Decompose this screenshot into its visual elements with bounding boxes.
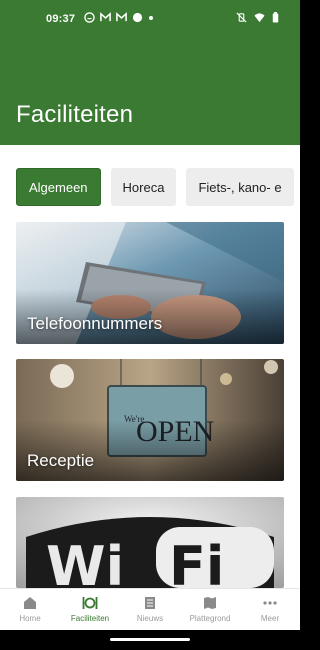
nav-home[interactable]: Home bbox=[0, 589, 60, 630]
nav-faciliteiten[interactable]: Faciliteiten bbox=[60, 589, 120, 630]
app-header: 09:37 Faciliteiten bbox=[0, 0, 300, 145]
vibrate-off-icon bbox=[236, 12, 247, 23]
status-system-icons bbox=[236, 12, 279, 23]
nav-meer[interactable]: Meer bbox=[240, 589, 300, 630]
home-icon bbox=[24, 597, 36, 609]
nav-label: Plattegrond bbox=[189, 614, 231, 623]
wifi-sign-photo: Wi Fi bbox=[16, 497, 284, 588]
nav-label: Meer bbox=[260, 614, 280, 623]
svg-text:Wi: Wi bbox=[46, 535, 124, 588]
status-notification-icons bbox=[84, 12, 154, 23]
news-icon bbox=[145, 597, 155, 609]
bottom-navigation: Home Faciliteiten Nieuws Plattegrond Mee… bbox=[0, 588, 300, 630]
page-title: Faciliteiten bbox=[16, 101, 134, 128]
smiley-icon bbox=[84, 12, 95, 23]
home-gesture-handle[interactable] bbox=[110, 638, 190, 641]
gmail-icon bbox=[100, 12, 111, 22]
nav-nieuws[interactable]: Nieuws bbox=[120, 589, 180, 630]
wifi-icon bbox=[254, 13, 265, 23]
category-chips: Algemeen Horeca Fiets-, kano- e bbox=[16, 168, 294, 206]
system-gesture-bar bbox=[0, 630, 300, 650]
facility-card-telefoonnummers[interactable]: Telefoonnummers bbox=[16, 222, 284, 344]
nav-label: Nieuws bbox=[136, 614, 164, 623]
chip-horeca[interactable]: Horeca bbox=[110, 168, 177, 206]
dot-icon bbox=[132, 12, 143, 23]
cutlery-icon bbox=[82, 597, 98, 609]
status-bar: 09:37 bbox=[0, 0, 300, 36]
map-icon bbox=[204, 597, 216, 609]
chip-algemeen[interactable]: Algemeen bbox=[16, 168, 101, 206]
gmail-icon bbox=[116, 12, 127, 22]
facility-card-wifi[interactable]: Wi Fi bbox=[16, 497, 284, 588]
more-icon bbox=[263, 601, 277, 605]
app-screen: 09:37 Faciliteiten Algemeen Horeca Fiets… bbox=[0, 0, 300, 650]
card-label: Telefoonnummers bbox=[27, 314, 163, 333]
nav-label: Faciliteiten bbox=[70, 614, 110, 623]
card-label: Receptie bbox=[27, 451, 95, 470]
nav-plattegrond[interactable]: Plattegrond bbox=[180, 589, 240, 630]
facility-card-receptie[interactable]: We're OPEN Receptie bbox=[16, 359, 284, 481]
small-dot-icon bbox=[149, 15, 153, 20]
nav-label: Home bbox=[19, 614, 41, 623]
battery-icon bbox=[272, 12, 279, 23]
svg-text:Fi: Fi bbox=[169, 535, 224, 588]
chip-fiets-kano[interactable]: Fiets-, kano- e bbox=[186, 168, 294, 206]
status-time: 09:37 bbox=[46, 13, 76, 25]
